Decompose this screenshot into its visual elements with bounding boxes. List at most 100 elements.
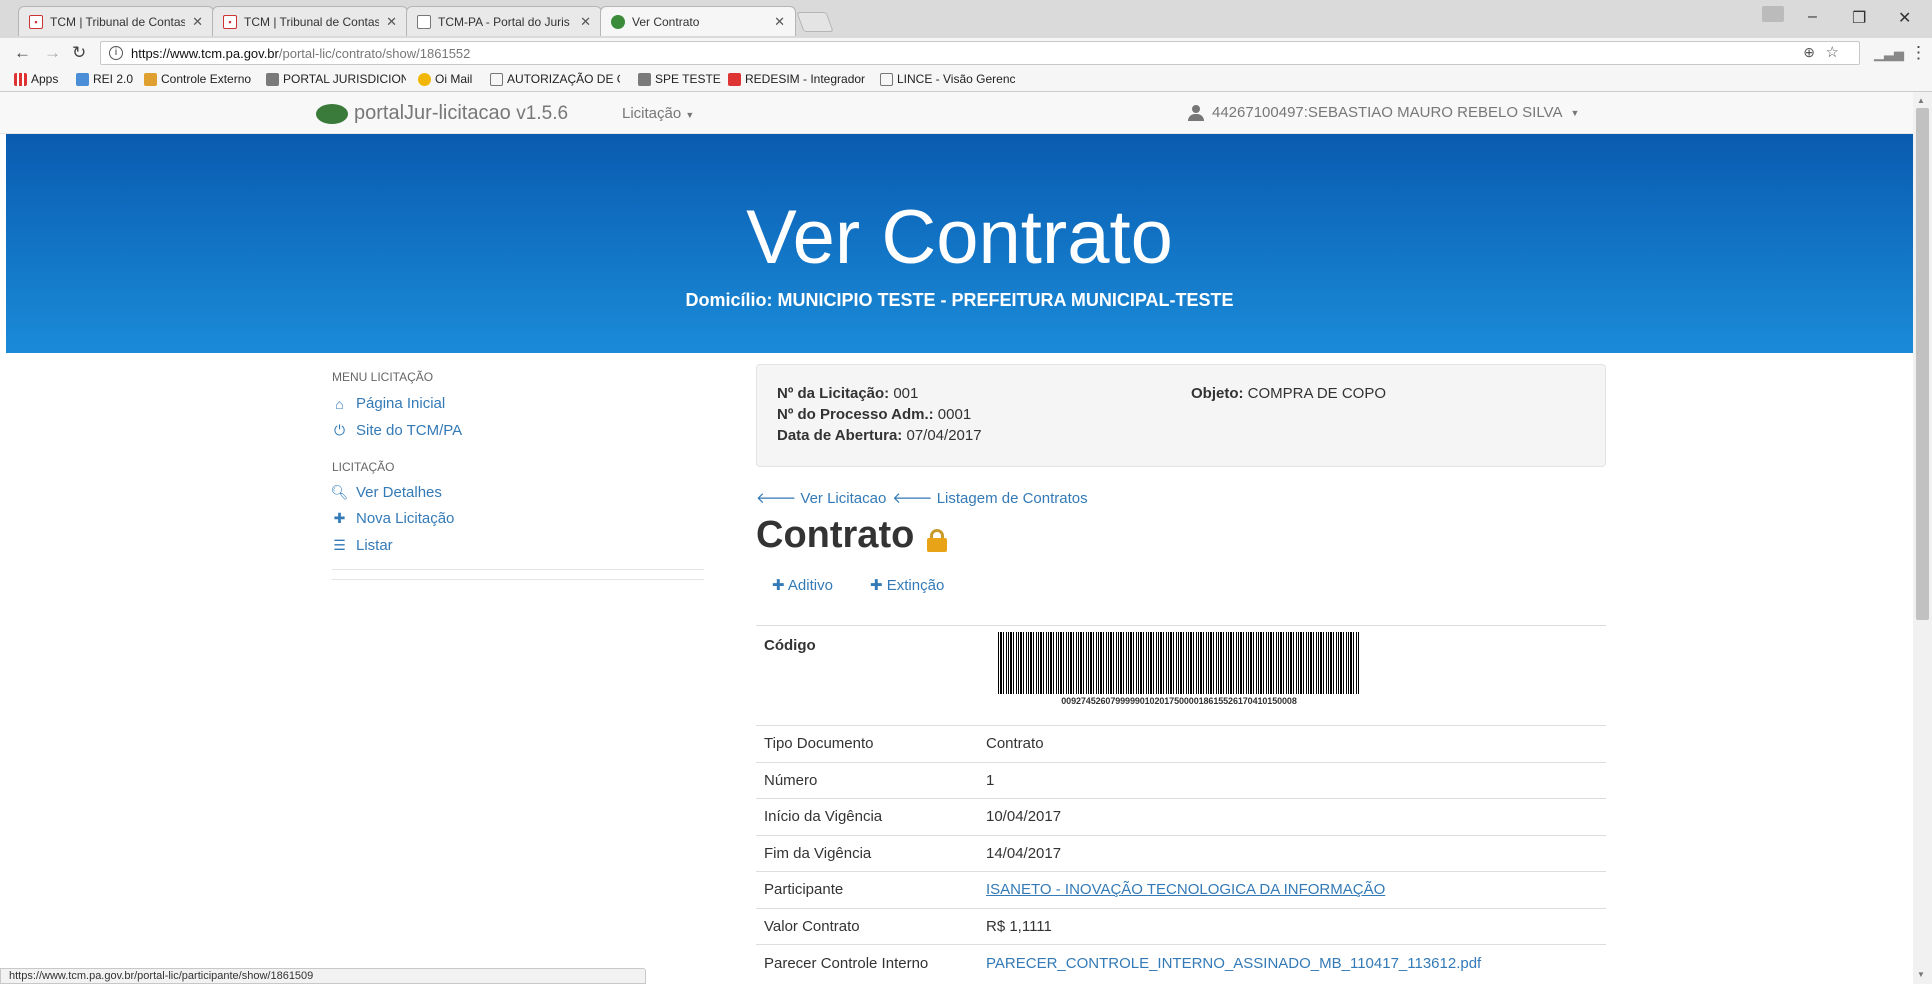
bookmark-label: Controle Externo (161, 72, 252, 86)
sidebar-item-label: Nova Licitação (356, 510, 455, 527)
plus-icon: ✚ (772, 577, 785, 594)
label: Objeto: (1191, 385, 1244, 402)
url-input[interactable]: i https://www.tcm.pa.gov.br/portal-lic/c… (100, 41, 1860, 65)
table-row: Participante ISANETO - INOVAÇÃO TECNOLOGI… (756, 871, 1606, 908)
restore-icon[interactable]: ❐ (1852, 8, 1866, 28)
contrato-details-table: Tipo Documento Contrato Número 1 Início da… (756, 725, 1606, 981)
participante-link[interactable]: ISANETO - INOVAÇÃO TECNOLOGICA DA INFORM… (986, 881, 1385, 898)
close-tab-icon[interactable]: ✕ (386, 14, 397, 30)
arrow-left-icon: 🡐 (892, 490, 933, 507)
scroll-up-icon[interactable]: ▲ (1917, 96, 1925, 105)
browser-tab-3[interactable]: TCM-PA - Portal do Juris ✕ (406, 6, 602, 36)
table-row: Tipo Documento Contrato (756, 725, 1606, 762)
extincao-label: Extinção (886, 577, 945, 594)
bookmark-lince[interactable]: LINCE - Visão Gerenc (880, 72, 1015, 86)
caret-down-icon: ▼ (1570, 107, 1580, 118)
user-icon (1188, 104, 1204, 121)
sidebar-item-label: Ver Detalhes (356, 484, 442, 501)
plus-icon: ✚ (870, 577, 883, 594)
power-icon: ⏻ (333, 422, 346, 438)
back-links: 🡐 Ver Licitacao 🡐 Listagem de Contratos (756, 488, 1088, 507)
bookmark-portal-jurisdicion[interactable]: PORTAL JURISDICION (266, 72, 406, 86)
value: 001 (893, 385, 919, 402)
table-row: Valor Contrato R$ 1,1111 (756, 907, 1606, 945)
browser-tab-1[interactable]: ▪ TCM | Tribunal de Contas ✕ (18, 6, 214, 36)
bookmark-label: PORTAL JURISDICION (283, 72, 406, 86)
reload-icon[interactable]: ↻ (72, 43, 86, 63)
table-row: Número 1 (756, 761, 1606, 799)
bookmark-oi-mail[interactable]: Oi Mail (418, 72, 472, 86)
listagem-contratos-link[interactable]: 🡐 Listagem de Contratos (892, 488, 1087, 507)
zoom-icon[interactable]: ⊕ (1803, 44, 1815, 61)
back-icon[interactable]: ← (14, 43, 31, 63)
spe-icon (638, 72, 651, 86)
scroll-down-icon[interactable]: ▼ (1917, 970, 1925, 979)
minimize-icon[interactable]: – (1808, 8, 1817, 26)
page-banner: Ver Contrato Domicílio: MUNICIPIO TESTE … (6, 134, 1913, 353)
home-icon: ⌂ (335, 395, 344, 412)
new-tab-button[interactable] (796, 12, 834, 32)
browser-tab-4-active[interactable]: Ver Contrato ✕ (600, 6, 796, 36)
close-tab-icon[interactable]: ✕ (580, 14, 591, 30)
bookmark-label: REDESIM - Integrador (745, 72, 866, 86)
controle-icon (144, 72, 157, 86)
data-abertura: Data de Abertura: 07/04/2017 (777, 427, 982, 444)
row-value: 10/04/2017 (978, 798, 1606, 835)
sidebar-item-pagina-inicial[interactable]: ⌂ Página Inicial (332, 395, 445, 412)
list-icon: ☰ (333, 537, 346, 553)
signal-icon[interactable]: ▁▃▅ (1874, 46, 1904, 62)
site-navbar: portalJur-licitacao v1.5.6 Licitação ▼ 4… (0, 92, 1913, 134)
portaljur-logo-icon[interactable] (316, 104, 348, 124)
bookmark-apps[interactable]: Apps (14, 72, 58, 86)
profile-icon[interactable] (1762, 6, 1784, 22)
menu-dots-icon[interactable]: ⋮ (1910, 43, 1927, 63)
aditivo-button[interactable]: ✚ Aditivo (772, 576, 833, 594)
sidebar-item-ver-detalhes[interactable]: 🔍︎ Ver Detalhes (330, 484, 442, 501)
parecer-pdf-link[interactable]: PARECER_CONTROLE_INTERNO_ASSINADO_MB_110… (986, 955, 1481, 972)
licitacao-info-well: Nº da Licitação: 001 Nº do Processo Adm.… (756, 364, 1606, 467)
info-icon[interactable]: i (109, 46, 123, 60)
close-tab-icon[interactable]: ✕ (774, 14, 785, 30)
page-scrollbar[interactable]: ▲ ▼ (1913, 92, 1932, 984)
page-icon (880, 72, 893, 86)
link-label: Listagem de Contratos (936, 490, 1088, 507)
bookmark-autorizacao[interactable]: AUTORIZAÇÃO DE GE (490, 72, 620, 86)
zoom-icon: 🔍︎ (330, 484, 349, 500)
row-key: Valor Contrato (756, 907, 978, 945)
value: COMPRA DE COPO (1247, 385, 1387, 402)
bookmark-spe-teste[interactable]: SPE TESTE (638, 72, 721, 86)
star-icon[interactable]: ☆ (1826, 43, 1839, 61)
scrollbar-thumb[interactable] (1916, 108, 1929, 620)
row-key: Início da Vigência (756, 798, 978, 835)
close-tab-icon[interactable]: ✕ (192, 14, 203, 30)
bookmark-rei[interactable]: REI 2.0 (76, 72, 133, 86)
browser-tab-2[interactable]: ▪ TCM | Tribunal de Contas ✕ (212, 6, 408, 36)
extincao-button[interactable]: ✚ Extinção (870, 576, 944, 594)
bookmarks-bar: Apps REI 2.0 Controle Externo PORTAL JUR… (0, 68, 1932, 92)
contrato-title: Contrato (756, 514, 915, 556)
url-host: https://www.tcm.pa.gov.br (131, 45, 279, 61)
bookmark-label: SPE TESTE (655, 72, 721, 86)
rei-icon (76, 72, 89, 86)
forward-icon[interactable]: → (44, 43, 61, 63)
bookmark-label: Oi Mail (435, 72, 473, 86)
url-path: /portal-lic/contrato/show/1861552 (278, 45, 471, 61)
browser-tab-strip: ▪ TCM | Tribunal de Contas ✕ ▪ TCM | Tri… (0, 0, 1932, 38)
bookmark-redesim[interactable]: REDESIM - Integrador (728, 72, 868, 86)
licitacao-dropdown[interactable]: Licitação ▼ (622, 105, 694, 122)
close-window-icon[interactable]: ✕ (1898, 8, 1911, 28)
bookmark-label: REI 2.0 (93, 72, 134, 86)
value: 0001 (937, 406, 972, 423)
redesim-icon (728, 72, 741, 86)
bookmark-controle-externo[interactable]: Controle Externo (144, 72, 251, 86)
sidebar-item-label: Site do TCM/PA (356, 422, 463, 439)
sidebar-item-nova-licitacao[interactable]: ✚ Nova Licitação (332, 510, 455, 527)
ver-licitacao-link[interactable]: 🡐 Ver Licitacao (756, 488, 886, 507)
sidebar-item-label: Página Inicial (356, 395, 446, 412)
brand-link[interactable]: portalJur-licitacao v1.5.6 (354, 102, 568, 125)
sidebar-item-listar[interactable]: ☰ Listar (332, 537, 392, 554)
lock-icon (926, 528, 948, 552)
sidebar-item-site-tcm[interactable]: ⏻ Site do TCM/PA (332, 422, 462, 439)
user-dropdown[interactable]: 44267100497:SEBASTIAO MAURO REBELO SILVA… (1188, 104, 1579, 121)
page-viewport: portalJur-licitacao v1.5.6 Licitação ▼ 4… (0, 92, 1913, 984)
